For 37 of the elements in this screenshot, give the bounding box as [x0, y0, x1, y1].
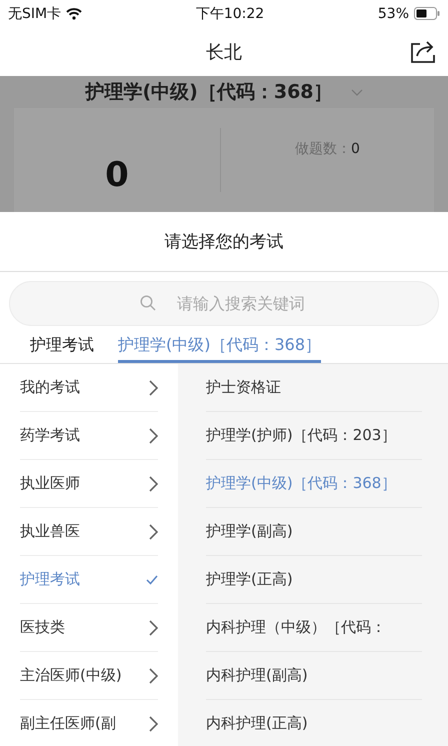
- page-title: 长北: [206, 40, 242, 64]
- chevron-right-icon: [148, 380, 158, 396]
- question-count: 做题数：0: [295, 140, 360, 159]
- exam-item[interactable]: 内科护理(副高): [206, 652, 422, 700]
- exam-item[interactable]: 护理学(副高): [206, 508, 422, 556]
- chevron-right-icon: [148, 668, 158, 684]
- category-item[interactable]: 执业兽医: [20, 508, 158, 556]
- search-icon: [140, 295, 156, 311]
- chevron-right-icon: [148, 716, 158, 732]
- exam-item[interactable]: 护理学(护师)［代码：203］: [206, 412, 422, 460]
- category-item[interactable]: 药学考试: [20, 412, 158, 460]
- chevron-down-icon: [350, 88, 363, 96]
- category-item[interactable]: 主治医师(中级): [20, 652, 158, 700]
- chevron-right-icon: [148, 620, 158, 636]
- category-item[interactable]: 医技类: [20, 604, 158, 652]
- chevron-right-icon: [148, 524, 158, 540]
- exam-item[interactable]: 护理学(正高): [206, 556, 422, 604]
- category-item[interactable]: 副主任医师(副: [20, 700, 158, 746]
- exam-title: 护理学(中级)［代码：368］: [85, 80, 333, 105]
- exam-item[interactable]: 内科护理(正高): [206, 700, 422, 746]
- category-item[interactable]: 执业医师: [20, 460, 158, 508]
- clock-text: 下午10:22: [196, 4, 264, 22]
- chevron-right-icon: [148, 476, 158, 492]
- exam-item[interactable]: 内科护理（中级）［代码：: [206, 604, 422, 652]
- score-value: 0: [105, 158, 129, 192]
- exam-item[interactable]: 护士资格证: [206, 364, 422, 412]
- category-item[interactable]: 我的考试: [20, 364, 158, 412]
- share-icon[interactable]: [410, 39, 436, 63]
- battery-icon: [414, 7, 440, 20]
- chevron-right-icon: [148, 428, 158, 444]
- carrier-text: 无SIM卡: [8, 4, 62, 22]
- search-field[interactable]: 请输入搜索关键词: [9, 281, 439, 326]
- wifi-icon: [66, 8, 82, 20]
- sheet-title: 请选择您的考试: [164, 231, 284, 253]
- battery-percent: 53%: [378, 6, 409, 22]
- category-item[interactable]: 护理考试: [20, 556, 158, 604]
- exam-tab[interactable]: 护理考试: [30, 326, 94, 363]
